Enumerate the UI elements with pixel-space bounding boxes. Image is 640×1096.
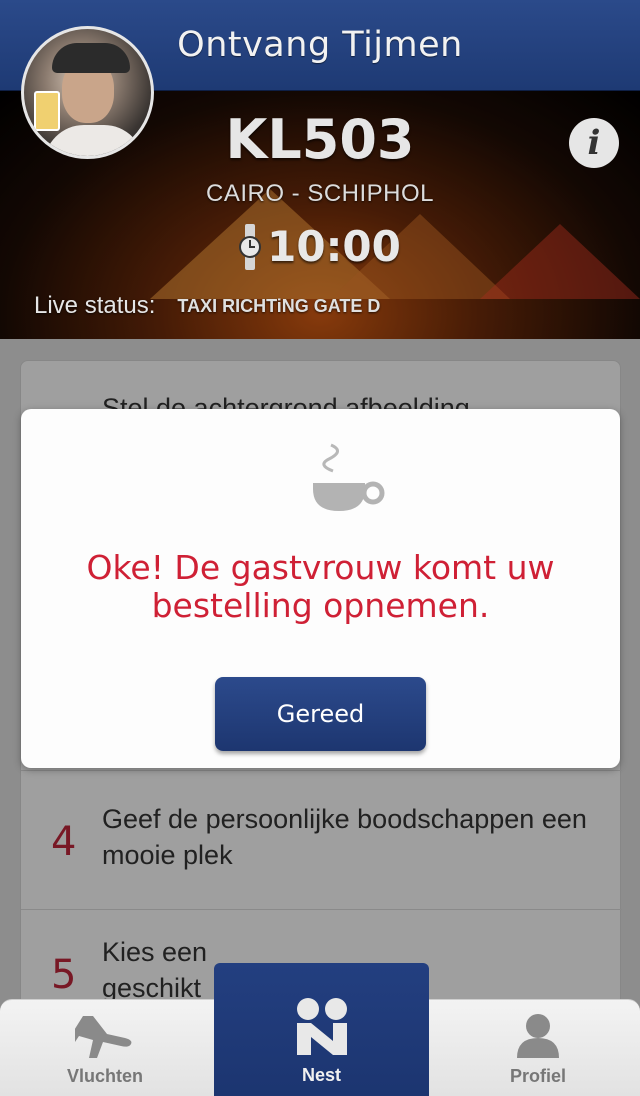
confirmation-dialog: Oke! De gastvrouw komt uw bestelling opn… <box>21 409 620 768</box>
watch-icon <box>239 223 262 270</box>
live-status-value: TAXI RICHTiNG GATE D <box>177 295 381 316</box>
nest-logo-icon <box>296 998 347 1055</box>
plane-icon <box>75 1016 132 1058</box>
flight-time: 10:00 <box>267 222 401 271</box>
avatar-cap <box>52 43 130 73</box>
flight-time-row: 10:00 <box>0 222 640 271</box>
tab-label: Nest <box>301 1065 341 1085</box>
coffee-cup-icon <box>313 443 385 511</box>
tab-label: Profiel <box>509 1066 566 1086</box>
tab-profiel[interactable]: Profiel <box>473 1000 603 1096</box>
profile-icon <box>517 1014 559 1058</box>
tab-label: Vluchten <box>66 1066 143 1086</box>
info-icon[interactable]: i <box>569 118 619 168</box>
done-button[interactable]: Gereed <box>215 677 426 751</box>
tab-vluchten[interactable]: Vluchten <box>40 1000 170 1096</box>
live-status: Live status: TAXI RICHTiNG GATE D <box>34 292 380 320</box>
page-title: Ontvang Tijmen <box>177 25 463 65</box>
flight-number: KL503 <box>225 108 415 171</box>
flight-route: CAIRO - SCHIPHOL <box>205 180 435 207</box>
live-status-label: Live status: <box>34 292 156 319</box>
dialog-message: Oke! De gastvrouw komt uw bestelling opn… <box>86 548 555 625</box>
tab-nest[interactable]: Nest <box>214 963 429 1096</box>
